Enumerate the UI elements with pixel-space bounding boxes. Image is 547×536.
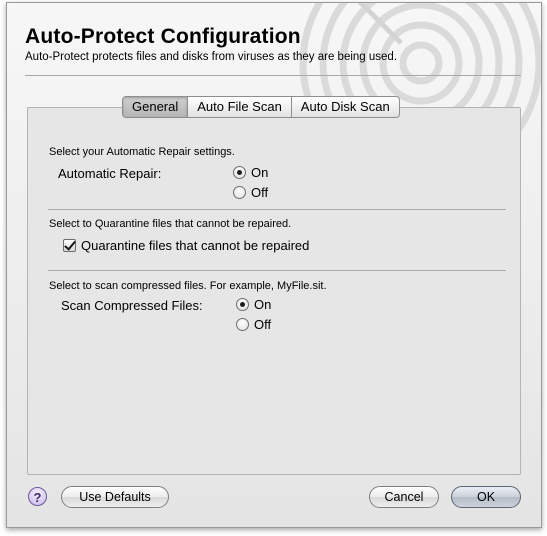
- section-divider: [48, 270, 506, 271]
- repair-off-radio[interactable]: Off: [233, 185, 268, 200]
- header-divider: [25, 75, 521, 76]
- quarantine-instruction: Select to Quarantine files that cannot b…: [49, 218, 292, 230]
- repair-off-label: Off: [251, 185, 269, 200]
- repair-on-label: On: [251, 165, 269, 180]
- tab-bar: General Auto File Scan Auto Disk Scan: [122, 96, 400, 118]
- help-button[interactable]: ?: [28, 487, 47, 506]
- radio-button-checked-icon[interactable]: [236, 298, 249, 311]
- page-title: Auto-Protect Configuration: [25, 25, 301, 48]
- radio-button-checked-icon[interactable]: [233, 166, 246, 179]
- section-divider: [48, 209, 506, 210]
- compressed-on-radio[interactable]: On: [236, 297, 271, 312]
- quarantine-checkbox-label: Quarantine files that cannot be repaired: [81, 238, 310, 253]
- quarantine-checkbox[interactable]: Quarantine files that cannot be repaired: [63, 238, 309, 253]
- compressed-label: Scan Compressed Files:: [61, 298, 203, 313]
- radio-button-icon[interactable]: [233, 186, 246, 199]
- repair-instruction: Select your Automatic Repair settings.: [49, 146, 235, 158]
- checkbox-checked-icon[interactable]: [63, 239, 76, 252]
- tab-auto-disk-scan[interactable]: Auto Disk Scan: [290, 97, 399, 117]
- repair-label: Automatic Repair:: [58, 166, 162, 181]
- ok-button[interactable]: OK: [451, 486, 521, 508]
- compressed-on-label: On: [254, 297, 272, 312]
- repair-on-radio[interactable]: On: [233, 165, 268, 180]
- use-defaults-button[interactable]: Use Defaults: [61, 486, 169, 508]
- tab-general[interactable]: General: [123, 97, 188, 117]
- radio-button-icon[interactable]: [236, 318, 249, 331]
- compressed-off-radio[interactable]: Off: [236, 317, 271, 332]
- tab-auto-file-scan[interactable]: Auto File Scan: [187, 97, 291, 117]
- page-subtitle: Auto-Protect protects files and disks fr…: [25, 51, 398, 63]
- question-mark-icon: ?: [33, 490, 42, 505]
- tab-panel: Select your Automatic Repair settings. A…: [27, 107, 521, 475]
- compressed-instruction: Select to scan compressed files. For exa…: [49, 280, 327, 292]
- cancel-button[interactable]: Cancel: [369, 486, 439, 508]
- compressed-off-label: Off: [254, 317, 272, 332]
- config-window: Auto-Protect Configuration Auto-Protect …: [6, 2, 542, 528]
